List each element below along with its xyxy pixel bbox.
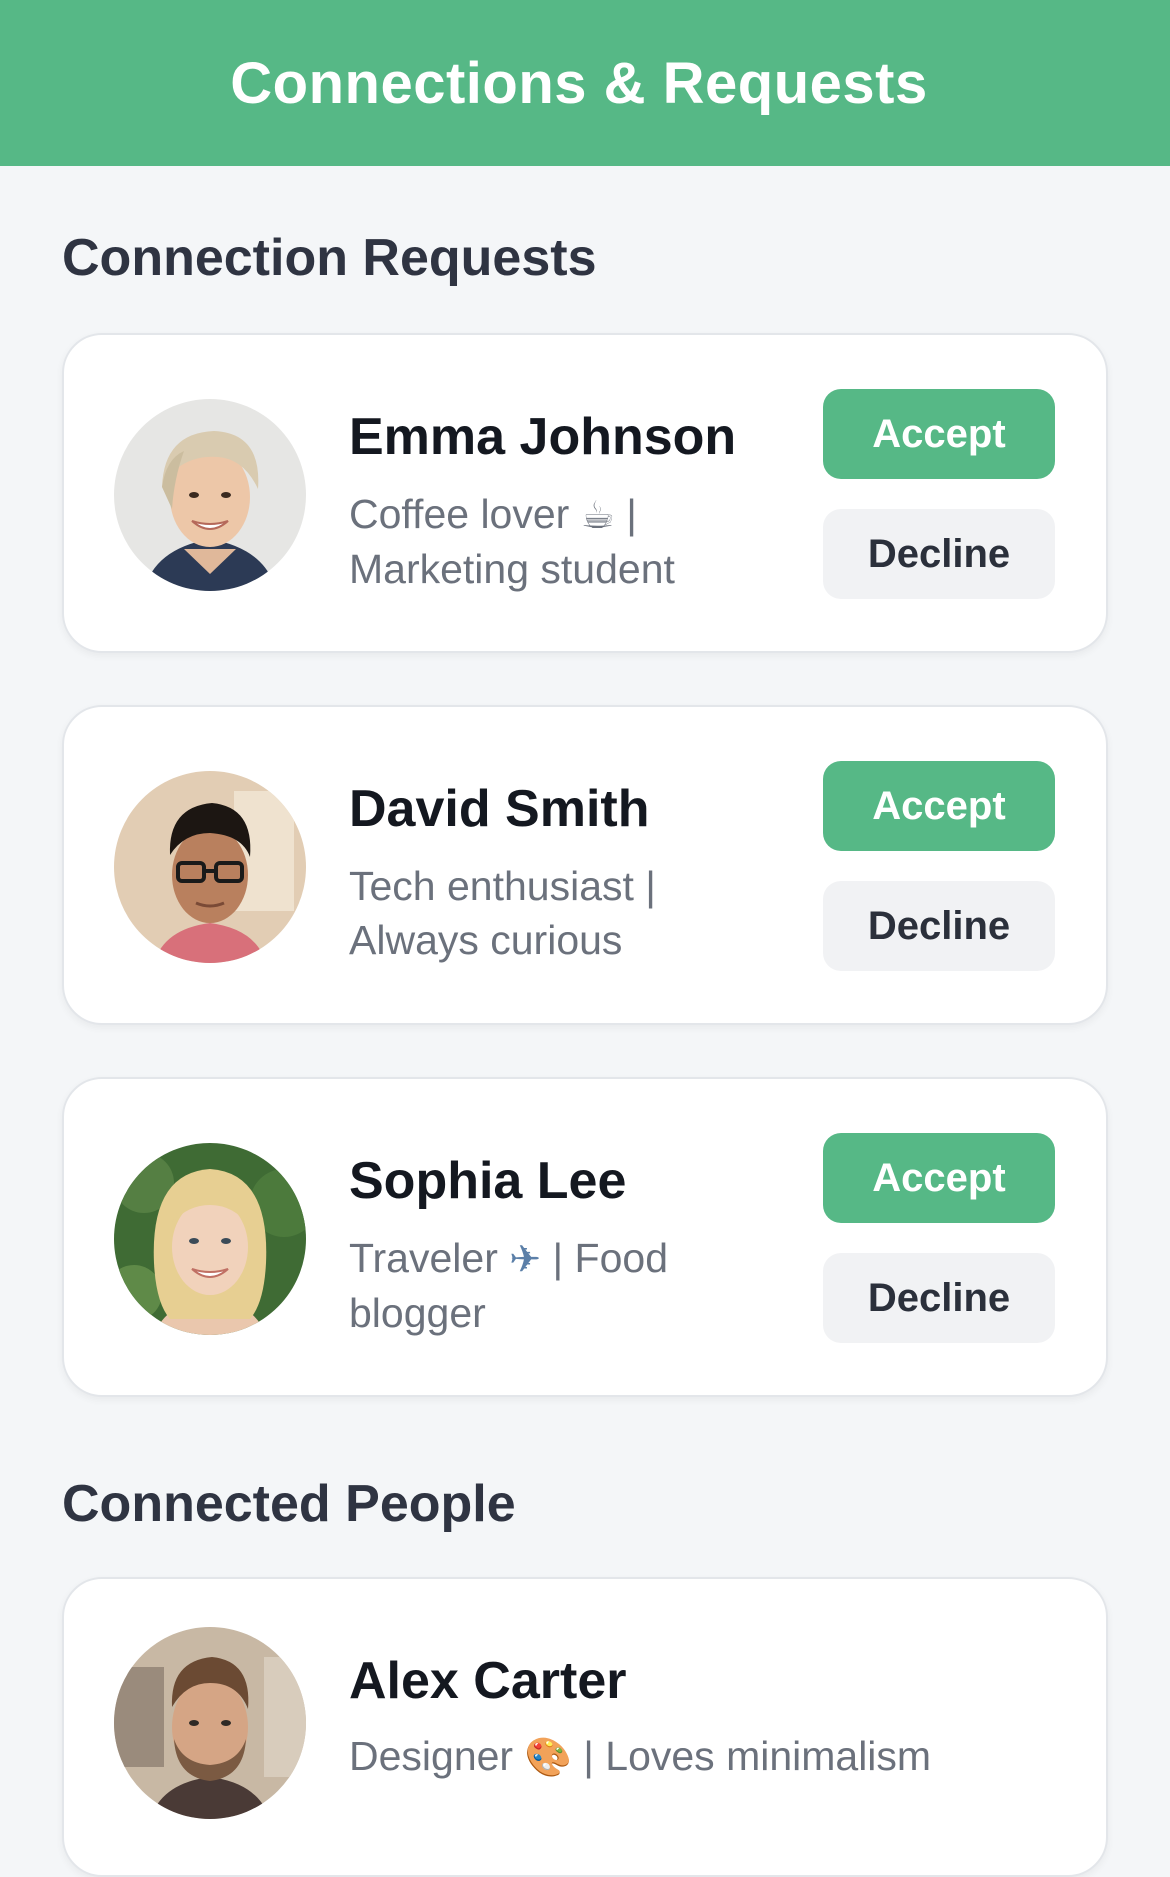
bio-text: Traveler [349, 1235, 498, 1281]
accept-button[interactable]: Accept [823, 389, 1055, 479]
bio-text: Marketing student [349, 546, 675, 592]
avatar [114, 1627, 306, 1819]
person-name: Emma Johnson [349, 408, 737, 466]
app-header: Connections & Requests [0, 0, 1170, 166]
decline-button[interactable]: Decline [823, 881, 1055, 971]
bio-text: | Food [552, 1235, 669, 1281]
person-bio: Coffee lover ☕ | Marketing student [349, 487, 749, 596]
page-title: Connections & Requests [230, 50, 928, 116]
person-bio: Tech enthusiast | Always curious [349, 859, 749, 967]
section-title-connected: Connected People [62, 1475, 516, 1533]
person-bio: Designer 🎨 | Loves minimalism [349, 1729, 1049, 1784]
bio-text: blogger [349, 1290, 486, 1336]
palette-icon: 🎨 [524, 1735, 572, 1779]
accept-button[interactable]: Accept [823, 761, 1055, 851]
connected-card: Alex Carter Designer 🎨 | Loves minimalis… [62, 1577, 1108, 1877]
bio-text: | Loves minimalism [583, 1733, 932, 1779]
bio-text: Coffee lover [349, 491, 570, 537]
request-card: David Smith Tech enthusiast | Always cur… [62, 705, 1108, 1025]
bio-text: Tech enthusiast | [349, 863, 656, 909]
decline-button[interactable]: Decline [823, 1253, 1055, 1343]
person-bio: Traveler ✈ | Food blogger [349, 1231, 749, 1340]
request-card: Sophia Lee Traveler ✈ | Food blogger Acc… [62, 1077, 1108, 1397]
avatar [114, 399, 306, 591]
bio-text: Designer [349, 1733, 514, 1779]
person-name: David Smith [349, 780, 650, 838]
person-name: Sophia Lee [349, 1152, 627, 1210]
airplane-icon: ✈ [509, 1237, 542, 1281]
person-name: Alex Carter [349, 1652, 627, 1710]
avatar [114, 771, 306, 963]
decline-button[interactable]: Decline [823, 509, 1055, 599]
request-card: Emma Johnson Coffee lover ☕ | Marketing … [62, 333, 1108, 653]
avatar [114, 1143, 306, 1335]
section-title-requests: Connection Requests [62, 229, 597, 287]
bio-text: | [626, 491, 637, 537]
accept-button[interactable]: Accept [823, 1133, 1055, 1223]
bio-text: Always curious [349, 917, 623, 963]
coffee-icon: ☕ [580, 493, 615, 537]
